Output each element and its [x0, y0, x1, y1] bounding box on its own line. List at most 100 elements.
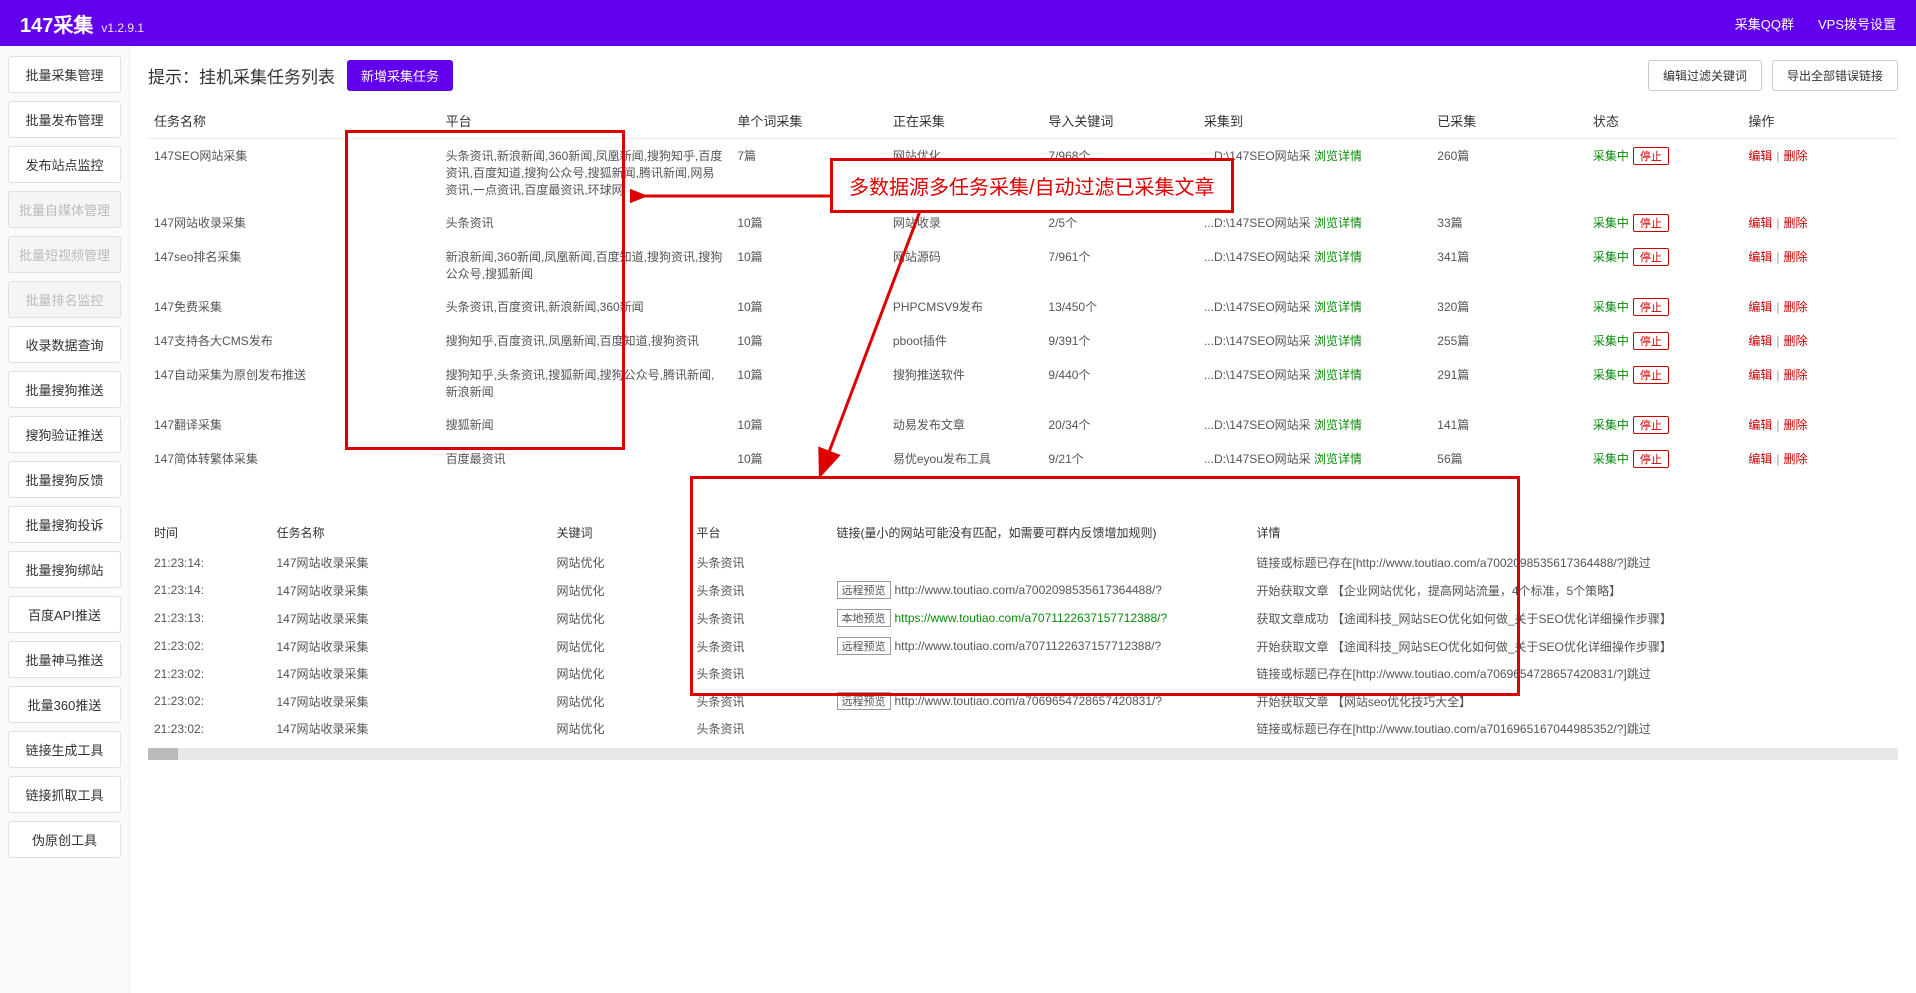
- sidebar-item-1[interactable]: 批量发布管理: [8, 101, 121, 138]
- delete-link[interactable]: 删除: [1784, 216, 1808, 230]
- edit-link[interactable]: 编辑: [1748, 334, 1772, 348]
- cell-name: 147SEO网站采集: [148, 139, 440, 207]
- app-logo: 147采集: [20, 9, 93, 38]
- edit-link[interactable]: 编辑: [1748, 300, 1772, 314]
- sidebar-item-16[interactable]: 链接抓取工具: [8, 776, 121, 813]
- sidebar-item-15[interactable]: 链接生成工具: [8, 731, 121, 768]
- cell-log-link: 远程预览http://www.toutiao.com/a700209853561…: [831, 576, 1251, 604]
- delete-link[interactable]: 删除: [1784, 250, 1808, 264]
- sidebar-item-5: 批量排名监控: [8, 281, 121, 318]
- stop-button[interactable]: 停止: [1633, 214, 1669, 232]
- edit-link[interactable]: 编辑: [1748, 452, 1772, 466]
- cell-log-link: [831, 660, 1251, 687]
- view-detail-link[interactable]: 浏览详情: [1314, 300, 1362, 314]
- horizontal-scrollbar[interactable]: [148, 748, 1898, 760]
- cell-name: 147翻译采集: [148, 408, 440, 442]
- th-ops: 操作: [1742, 103, 1898, 139]
- cell-collected: 33篇: [1431, 206, 1587, 240]
- cell-log-platform: 头条资讯: [691, 715, 831, 742]
- remote-preview-tag[interactable]: 远程预览: [837, 692, 891, 710]
- cell-platform: 头条资讯: [440, 206, 732, 240]
- main-content: 提示：挂机采集任务列表 新增采集任务 编辑过滤关键词 导出全部错误链接 任务名称…: [130, 46, 1916, 993]
- view-detail-link[interactable]: 浏览详情: [1314, 250, 1362, 264]
- th-collecting: 正在采集: [887, 103, 1043, 139]
- log-table: 时间 任务名称 关键词 平台 链接(量小的网站可能没有匹配，如需要可群内反馈增加…: [148, 516, 1898, 742]
- delete-link[interactable]: 删除: [1784, 300, 1808, 314]
- header-link-vps[interactable]: VPS拨号设置: [1818, 14, 1896, 33]
- edit-link[interactable]: 编辑: [1748, 250, 1772, 264]
- view-detail-link[interactable]: 浏览详情: [1314, 216, 1362, 230]
- log-row: 21:23:02:147网站收录采集网站优化头条资讯远程预览http://www…: [148, 632, 1898, 660]
- cell-collectto: ...D:\147SEO网站采 浏览详情: [1198, 139, 1431, 207]
- export-errors-button[interactable]: 导出全部错误链接: [1772, 60, 1898, 91]
- edit-link[interactable]: 编辑: [1748, 216, 1772, 230]
- sidebar-item-6[interactable]: 收录数据查询: [8, 326, 121, 363]
- new-task-button[interactable]: 新增采集任务: [347, 60, 453, 91]
- delete-link[interactable]: 删除: [1784, 418, 1808, 432]
- stop-button[interactable]: 停止: [1633, 298, 1669, 316]
- remote-preview-tag[interactable]: 远程预览: [837, 637, 891, 655]
- remote-preview-tag[interactable]: 远程预览: [837, 581, 891, 599]
- sidebar-item-11[interactable]: 批量搜狗绑站: [8, 551, 121, 588]
- delete-link[interactable]: 删除: [1784, 334, 1808, 348]
- view-detail-link[interactable]: 浏览详情: [1314, 334, 1362, 348]
- edit-link[interactable]: 编辑: [1748, 418, 1772, 432]
- sidebar-item-14[interactable]: 批量360推送: [8, 686, 121, 723]
- cell-collectto: ...D:\147SEO网站采 浏览详情: [1198, 290, 1431, 324]
- delete-link[interactable]: 删除: [1784, 368, 1808, 382]
- sidebar-item-2[interactable]: 发布站点监控: [8, 146, 121, 183]
- view-detail-link[interactable]: 浏览详情: [1314, 418, 1362, 432]
- cell-log-platform: 头条资讯: [691, 576, 831, 604]
- stop-button[interactable]: 停止: [1633, 450, 1669, 468]
- sidebar-item-10[interactable]: 批量搜狗投诉: [8, 506, 121, 543]
- cell-name: 147简体转繁体采集: [148, 442, 440, 476]
- cell-log-keyword: 网站优化: [551, 576, 691, 604]
- stop-button[interactable]: 停止: [1633, 366, 1669, 384]
- cell-log-task: 147网站收录采集: [271, 715, 551, 742]
- filter-keywords-button[interactable]: 编辑过滤关键词: [1648, 60, 1762, 91]
- view-detail-link[interactable]: 浏览详情: [1314, 149, 1362, 163]
- edit-link[interactable]: 编辑: [1748, 149, 1772, 163]
- th-log-keyword: 关键词: [551, 516, 691, 549]
- sidebar-item-9[interactable]: 批量搜狗反馈: [8, 461, 121, 498]
- cell-name: 147免费采集: [148, 290, 440, 324]
- cell-single: 10篇: [731, 206, 887, 240]
- stop-button[interactable]: 停止: [1633, 332, 1669, 350]
- cell-platform: 搜狗知乎,百度资讯,凤凰新闻,百度知道,搜狗资讯: [440, 324, 732, 358]
- cell-single: 10篇: [731, 240, 887, 290]
- cell-collected: 341篇: [1431, 240, 1587, 290]
- view-detail-link[interactable]: 浏览详情: [1314, 368, 1362, 382]
- sidebar-item-13[interactable]: 批量神马推送: [8, 641, 121, 678]
- cell-log-time: 21:23:02:: [148, 632, 271, 660]
- cell-log-time: 21:23:14:: [148, 549, 271, 576]
- stop-button[interactable]: 停止: [1633, 147, 1669, 165]
- view-detail-link[interactable]: 浏览详情: [1314, 452, 1362, 466]
- stop-button[interactable]: 停止: [1633, 248, 1669, 266]
- local-preview-tag[interactable]: 本地预览: [837, 609, 891, 627]
- cell-collectto: ...D:\147SEO网站采 浏览详情: [1198, 358, 1431, 408]
- cell-collecting: 网站收录: [887, 206, 1043, 240]
- cell-collectto: ...D:\147SEO网站采 浏览详情: [1198, 408, 1431, 442]
- cell-log-task: 147网站收录采集: [271, 660, 551, 687]
- delete-link[interactable]: 删除: [1784, 149, 1808, 163]
- sidebar-item-12[interactable]: 百度API推送: [8, 596, 121, 633]
- th-keywords: 导入关键词: [1042, 103, 1198, 139]
- delete-link[interactable]: 删除: [1784, 452, 1808, 466]
- cell-status: 采集中停止: [1587, 408, 1743, 442]
- header-link-qq[interactable]: 采集QQ群: [1735, 14, 1794, 33]
- sidebar-item-8[interactable]: 搜狗验证推送: [8, 416, 121, 453]
- cell-log-detail: 开始获取文章 【途闻科技_网站SEO优化如何做_关于SEO优化详细操作步骤】: [1251, 632, 1899, 660]
- sidebar-item-7[interactable]: 批量搜狗推送: [8, 371, 121, 408]
- cell-keywords: 7/961个: [1042, 240, 1198, 290]
- stop-button[interactable]: 停止: [1633, 416, 1669, 434]
- cell-platform: 搜狐新闻: [440, 408, 732, 442]
- cell-log-task: 147网站收录采集: [271, 576, 551, 604]
- cell-collected: 255篇: [1431, 324, 1587, 358]
- cell-platform: 搜狗知乎,头条资讯,搜狐新闻,搜狗公众号,腾讯新闻,新浪新闻: [440, 358, 732, 408]
- cell-ops: 编辑|删除: [1742, 206, 1898, 240]
- sidebar-item-17[interactable]: 伪原创工具: [8, 821, 121, 858]
- cell-status: 采集中停止: [1587, 290, 1743, 324]
- edit-link[interactable]: 编辑: [1748, 368, 1772, 382]
- cell-log-platform: 头条资讯: [691, 632, 831, 660]
- sidebar-item-0[interactable]: 批量采集管理: [8, 56, 121, 93]
